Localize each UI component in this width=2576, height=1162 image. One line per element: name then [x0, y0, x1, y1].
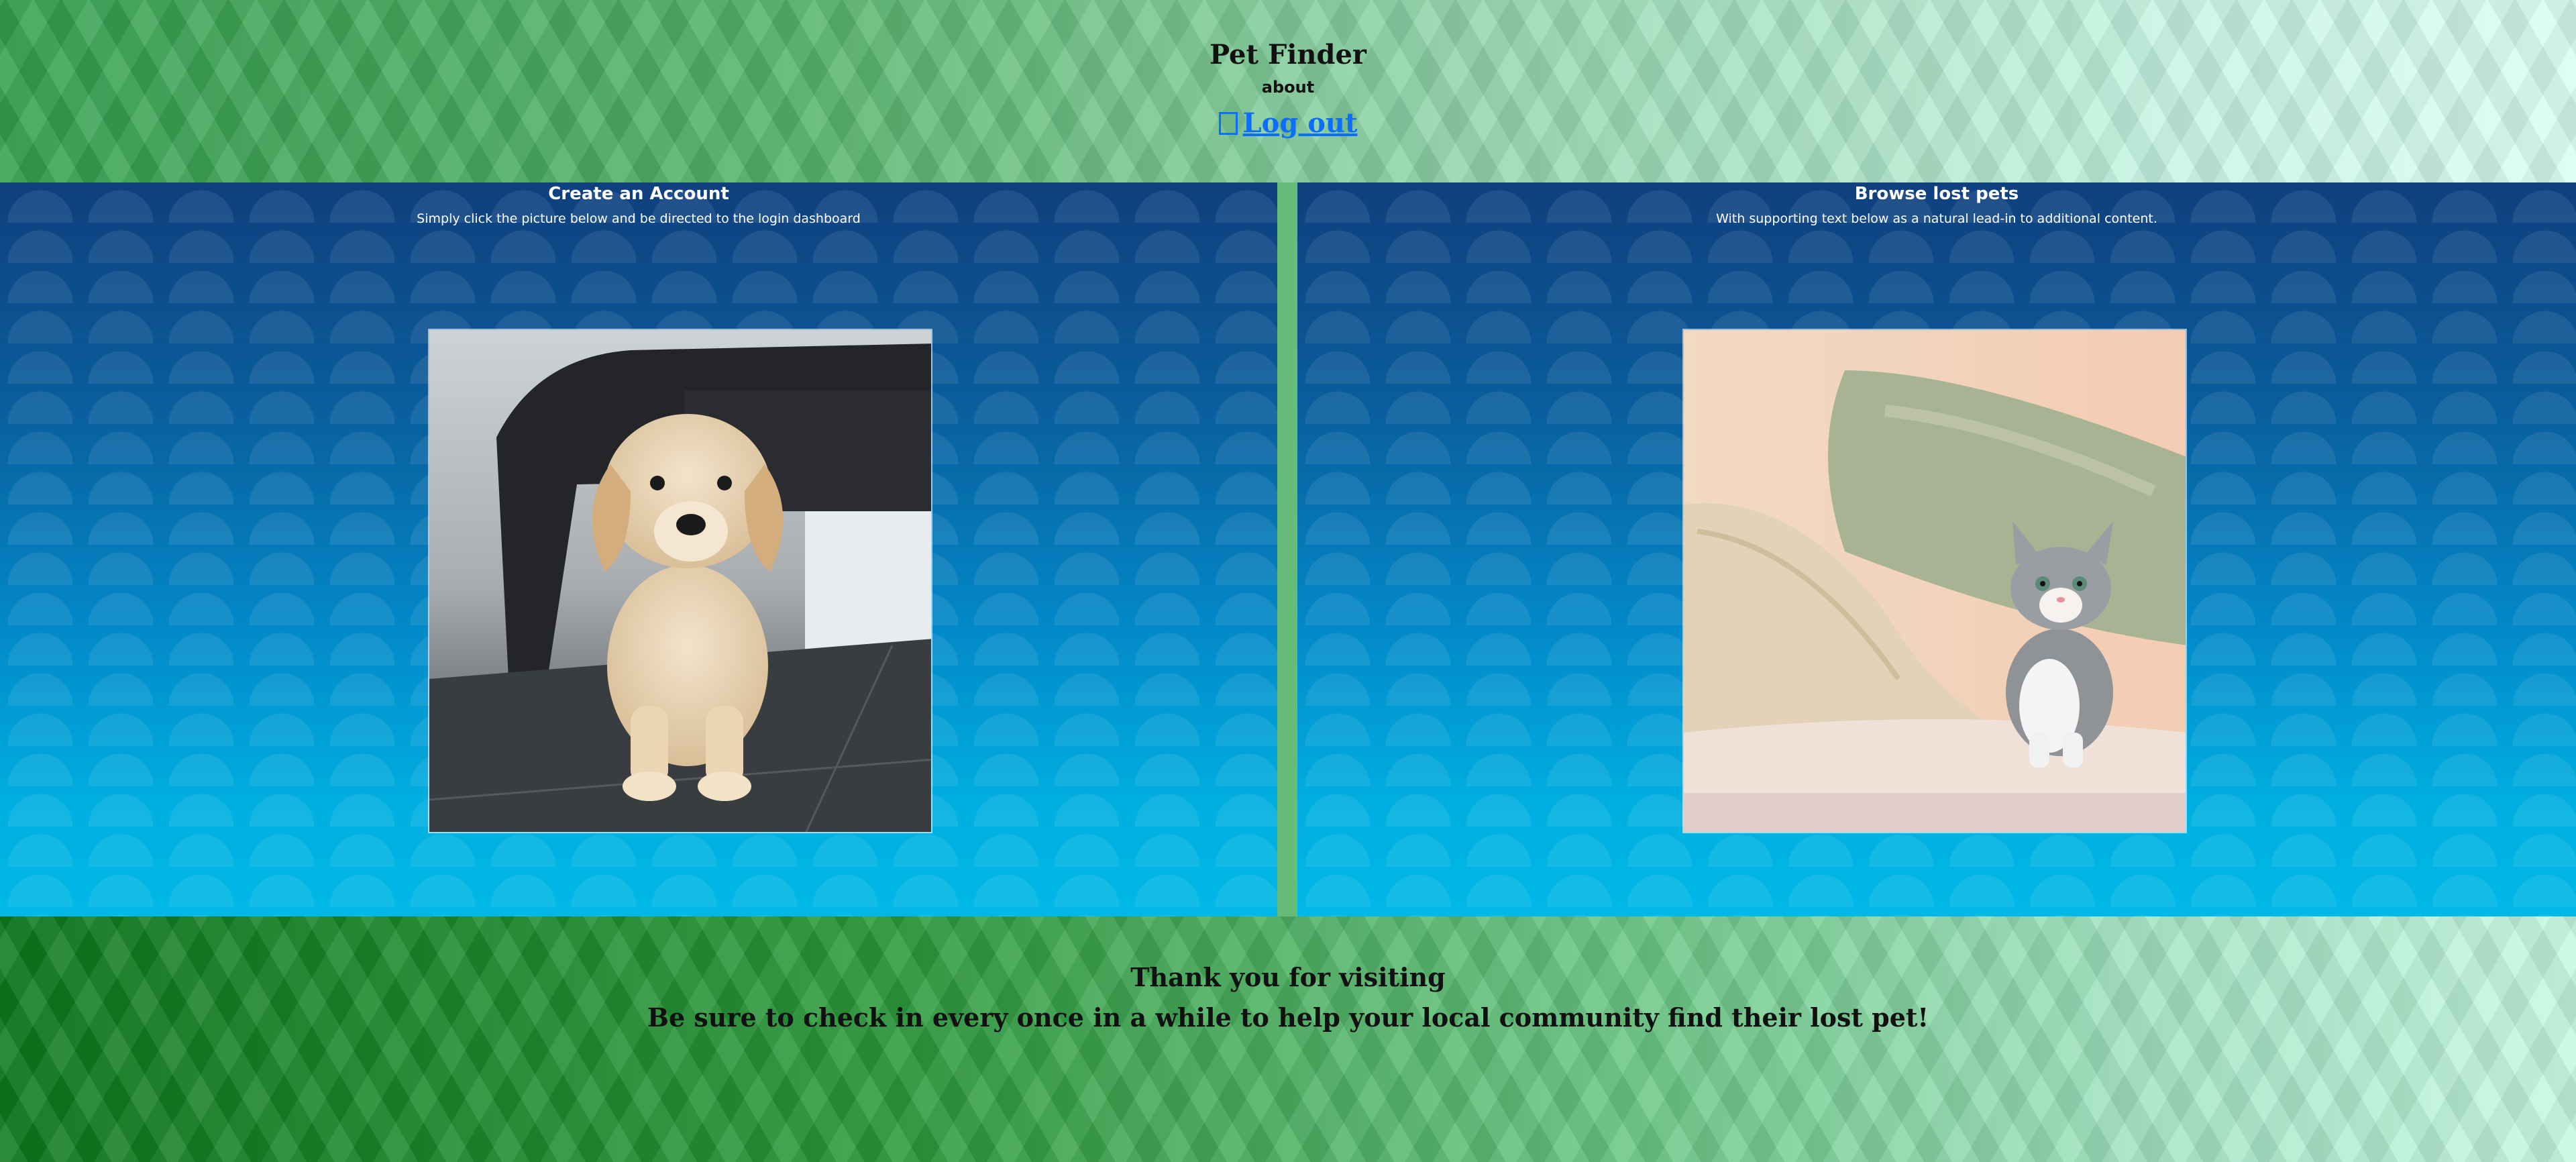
site-header: Pet Finder about Log out	[0, 0, 2576, 182]
kitten-photo[interactable]	[1682, 329, 2187, 833]
card-browse-lost-pets: Browse lost pets With supporting text be…	[1297, 182, 2576, 916]
card-subtitle: With supporting text below as a natural …	[1716, 211, 2157, 226]
site-footer: Thank you for visiting Be sure to check …	[0, 916, 2576, 1162]
logout-icon	[1218, 112, 1238, 135]
card-title: Browse lost pets	[1854, 184, 2019, 204]
logout-link[interactable]: Log out	[0, 107, 2576, 139]
cards-section: Create an Account Simply click the pictu…	[0, 182, 2576, 916]
logout-label: Log out	[1242, 107, 1358, 139]
card-subtitle: Simply click the picture below and be di…	[417, 211, 861, 226]
footer-message: Be sure to check in every once in a whil…	[647, 1002, 1929, 1033]
footer-thanks: Thank you for visiting	[1130, 962, 1446, 992]
card-title: Create an Account	[548, 184, 729, 204]
puppy-photo[interactable]	[428, 329, 932, 833]
site-title: Pet Finder	[1209, 39, 1367, 70]
card-create-account: Create an Account Simply click the pictu…	[0, 182, 1277, 916]
about-link[interactable]: about	[0, 78, 2576, 97]
